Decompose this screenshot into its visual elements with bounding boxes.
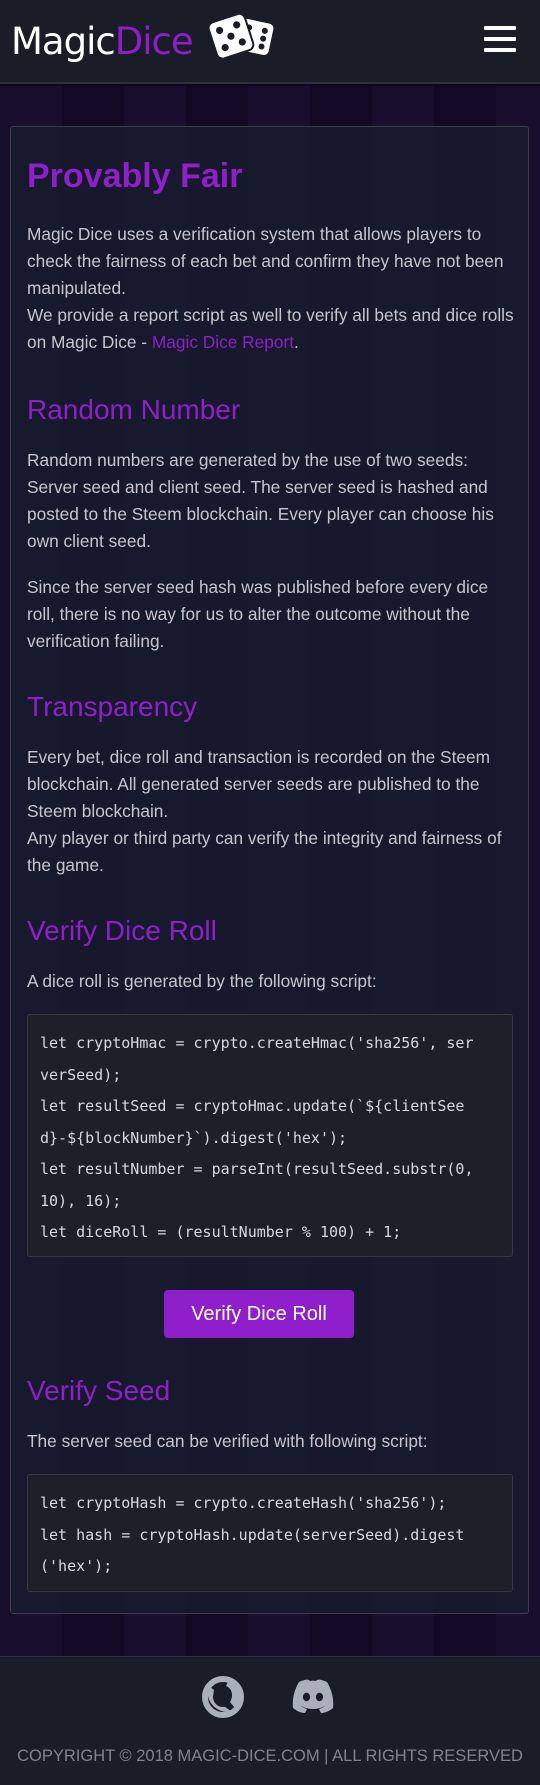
intro-text-1: Magic Dice uses a verification system th…	[27, 224, 504, 298]
transparency-text-1: Every bet, dice roll and transaction is …	[27, 747, 490, 821]
discord-icon[interactable]	[290, 1676, 336, 1716]
seed-code-block: let cryptoHash = crypto.createHash('sha2…	[27, 1474, 513, 1592]
verify-dice-roll-description: A dice roll is generated by the followin…	[27, 971, 377, 991]
random-number-paragraph-1: Random numbers are generated by the use …	[27, 450, 494, 551]
verify-seed-description: The server seed can be verified with fol…	[27, 1431, 428, 1451]
dice-roll-code-block: let cryptoHmac = crypto.createHmac('sha2…	[27, 1014, 513, 1257]
verify-dice-roll-button[interactable]: Verify Dice Roll	[164, 1290, 354, 1338]
logo-wordmark: MagicDice	[11, 19, 194, 63]
site-logo[interactable]: MagicDice	[11, 14, 283, 68]
report-link[interactable]: Magic Dice Report	[152, 332, 294, 352]
page-title: Provably Fair	[27, 157, 243, 195]
logo-text-magic: Magic	[11, 19, 116, 63]
intro-text-end: .	[294, 332, 299, 352]
transparency-text-2: Any player or third party can verify the…	[27, 828, 502, 875]
menu-bar	[484, 48, 516, 52]
transparency-heading: Transparency	[27, 691, 198, 722]
logo-text-dice: Dice	[114, 19, 194, 63]
random-number-heading: Random Number	[27, 394, 241, 425]
top-navbar: MagicDice	[0, 0, 540, 84]
intro-paragraph: Magic Dice uses a verification system th…	[27, 221, 519, 356]
transparency-paragraph: Every bet, dice roll and transaction is …	[27, 744, 519, 879]
menu-bar	[484, 37, 516, 41]
hamburger-menu-icon[interactable]	[484, 24, 520, 54]
steem-icon[interactable]	[202, 1676, 244, 1718]
provably-fair-card: Provably Fair Magic Dice uses a verifica…	[10, 126, 529, 1614]
verify-dice-roll-heading: Verify Dice Roll	[27, 915, 217, 946]
page-footer: COPYRIGHT © 2018 MAGIC-DICE.COM | ALL RI…	[0, 1656, 540, 1785]
menu-bar	[484, 26, 516, 30]
verify-seed-heading: Verify Seed	[27, 1375, 171, 1406]
copyright-text: COPYRIGHT © 2018 MAGIC-DICE.COM | ALL RI…	[17, 1747, 523, 1765]
random-number-paragraph-2: Since the server seed hash was published…	[27, 577, 489, 651]
dice-pair-icon	[207, 14, 273, 60]
